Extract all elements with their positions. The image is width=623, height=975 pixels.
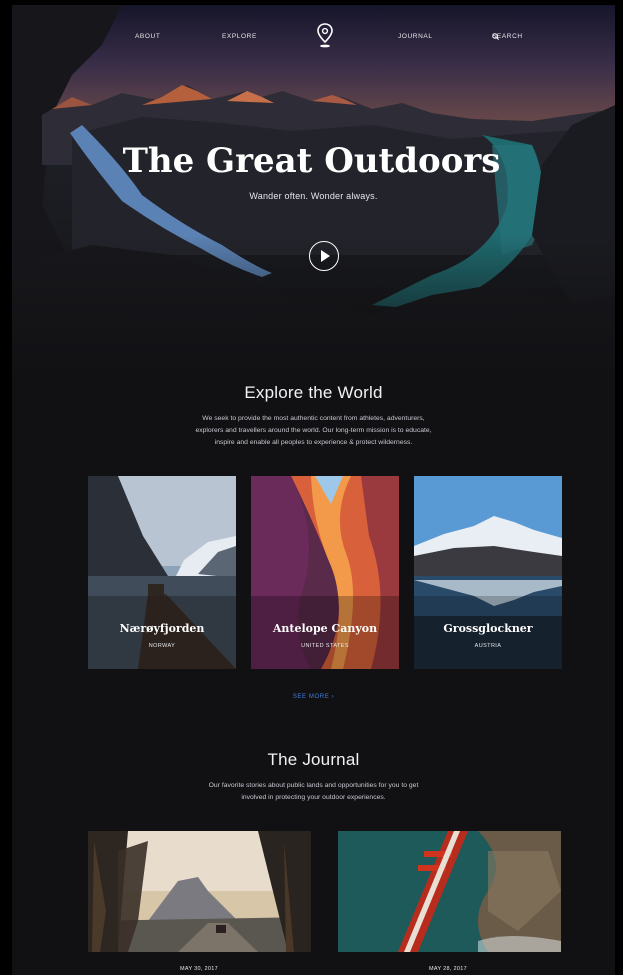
yosemite-image — [88, 831, 311, 952]
journal-post-date: MAY 28, 2017 — [429, 966, 467, 972]
play-icon[interactable] — [309, 241, 339, 271]
top-navigation: ABOUT EXPLORE JOURNAL SEARCH — [12, 23, 615, 53]
card-country: AUSTRIA — [474, 643, 502, 649]
journal-description-line: Our favorite stories about public lands … — [208, 782, 419, 789]
hero-title: The Great Outdoors — [122, 141, 501, 181]
journal-post-card[interactable] — [88, 831, 311, 952]
explore-description: We seek to provide the most authentic co… — [12, 413, 615, 449]
journal-post-card[interactable] — [338, 831, 561, 952]
nav-link-search[interactable]: SEARCH — [492, 33, 523, 40]
search-icon — [492, 33, 499, 40]
frame-left — [0, 0, 12, 975]
see-more-link[interactable]: SEE MORE › — [12, 694, 615, 700]
hero-landscape-image — [12, 5, 615, 375]
journal-description-line: involved in protecting your outdoor expe… — [241, 794, 386, 801]
journal-post-date: MAY 30, 2017 — [180, 966, 218, 972]
journal-title: The Journal — [267, 750, 360, 769]
explore-description-line: We seek to provide the most authentic co… — [202, 415, 425, 422]
page: ABOUT EXPLORE JOURNAL SEARCH The Great O… — [0, 0, 623, 975]
golden-gate-image — [338, 831, 561, 952]
canyon-image — [251, 476, 399, 669]
location-pin-icon[interactable] — [316, 23, 334, 49]
explore-description-line: inspire and enable all peoples to experi… — [214, 439, 413, 446]
hero-subtitle: Wander often. Wonder always. — [249, 191, 378, 201]
card-country: NORWAY — [148, 643, 176, 649]
nav-link-journal[interactable]: JOURNAL — [398, 33, 433, 40]
card-title: Antelope Canyon — [272, 622, 378, 635]
card-country: UNITED STATES — [301, 643, 349, 649]
journal-description: Our favorite stories about public lands … — [12, 780, 615, 804]
mountain-image — [414, 476, 562, 669]
nav-link-explore[interactable]: EXPLORE — [222, 33, 257, 40]
destination-card-naeroyfjorden[interactable]: Nærøyfjorden NORWAY — [88, 476, 236, 669]
explore-title: Explore the World — [244, 383, 383, 402]
hero-section: ABOUT EXPLORE JOURNAL SEARCH The Great O… — [12, 5, 615, 375]
fjord-image — [88, 476, 236, 669]
card-title: Nærøyfjorden — [119, 622, 205, 635]
card-title: Grossglockner — [443, 622, 533, 635]
frame-right — [615, 0, 623, 975]
nav-link-about[interactable]: ABOUT — [135, 33, 160, 40]
destination-card-antelope-canyon[interactable]: Antelope Canyon UNITED STATES — [251, 476, 399, 669]
destination-card-grossglockner[interactable]: Grossglockner AUSTRIA — [414, 476, 562, 669]
explore-description-line: explorers and travellers around the worl… — [195, 427, 432, 434]
